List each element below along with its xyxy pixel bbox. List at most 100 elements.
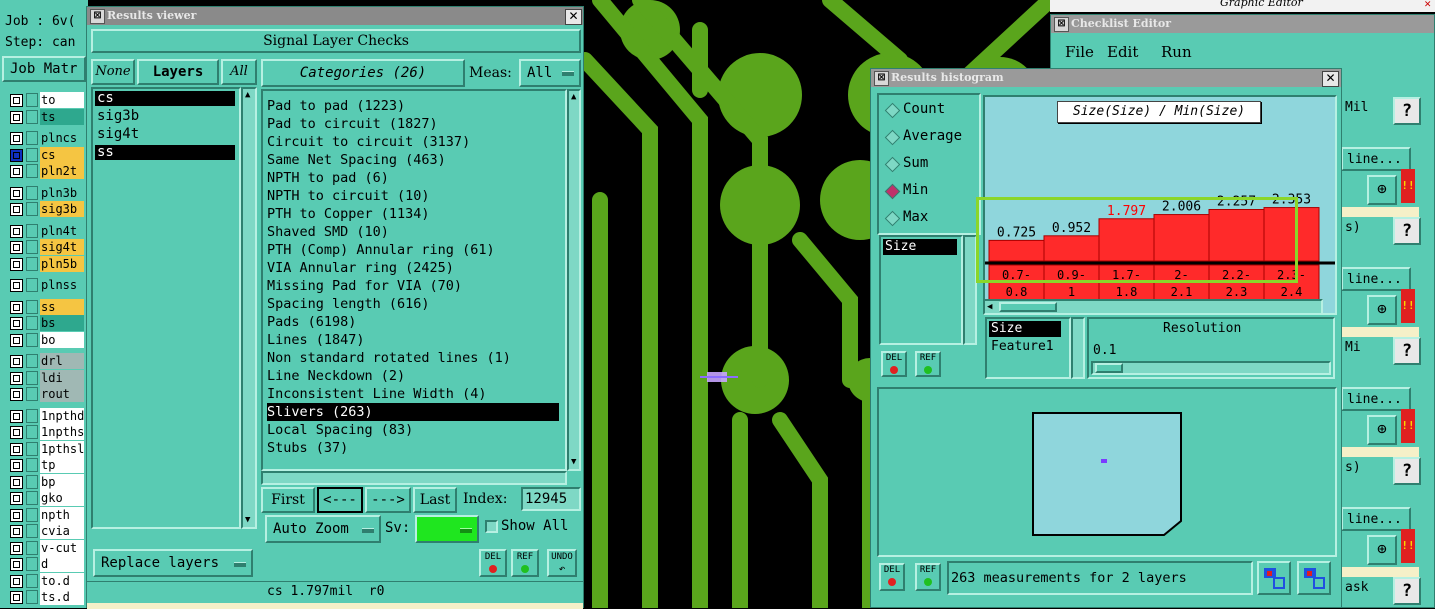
job-matrix-button[interactable]: Job Matr — [2, 56, 86, 82]
layer-toggle-checkbox[interactable] — [10, 459, 23, 472]
layer-toggle-checkbox[interactable] — [10, 426, 23, 439]
magnifier-icon[interactable]: ⊕ — [1367, 295, 1397, 325]
delete-button[interactable]: DEL — [881, 351, 907, 377]
chart-zoom-button[interactable] — [1297, 561, 1331, 595]
slider-thumb[interactable] — [1095, 363, 1123, 373]
layer-name[interactable]: sig4t — [40, 239, 84, 255]
layer-toggle-checkbox[interactable] — [10, 333, 23, 347]
category-item[interactable]: Stubs (37) — [267, 439, 348, 457]
layer-affected-toggle[interactable] — [26, 240, 38, 254]
histogram-titlebar[interactable]: ⊠ Results histogram ✕ — [871, 69, 1341, 87]
scroll-down-icon[interactable]: ▼ — [245, 516, 250, 525]
layer-name[interactable]: pln5b — [40, 255, 84, 272]
categories-list[interactable]: Pad to pad (1223) Pad to circuit (1827) Ci… — [261, 89, 567, 471]
help-icon[interactable]: ? — [1393, 577, 1421, 605]
ref-button[interactable]: REF — [511, 549, 539, 577]
scroll-left-icon[interactable]: ◀ — [987, 302, 992, 312]
layer-toggle-checkbox[interactable] — [10, 241, 23, 254]
layer-affected-toggle[interactable] — [26, 425, 38, 439]
layer-affected-toggle[interactable] — [26, 147, 38, 162]
prev-button[interactable]: <--- — [317, 487, 363, 513]
categories-scrollbar[interactable]: ▲ ▼ — [567, 89, 581, 471]
field-item[interactable]: Size — [989, 321, 1061, 337]
chart-hscrollbar[interactable]: ◀ — [983, 299, 1323, 315]
layer-affected-toggle[interactable] — [26, 316, 38, 330]
mode-radio-min[interactable]: Min — [884, 182, 977, 202]
category-item[interactable]: Lines (1847) — [267, 331, 365, 349]
layer-affected-toggle[interactable] — [26, 299, 38, 314]
layer-toggle-checkbox[interactable] — [10, 317, 23, 330]
scroll-up-icon[interactable]: ▲ — [571, 93, 576, 102]
layer-affected-toggle[interactable] — [26, 474, 38, 489]
outline-button[interactable]: line... — [1341, 147, 1411, 171]
layer-toggle-checkbox[interactable] — [10, 110, 23, 124]
layer-toggle-checkbox[interactable] — [10, 492, 23, 505]
category-item[interactable]: Pad to circuit (1827) — [267, 115, 438, 133]
category-item[interactable]: Non standard rotated lines (1) — [267, 349, 511, 367]
layer-toggle-checkbox[interactable] — [10, 558, 23, 571]
layer-affected-toggle[interactable] — [26, 540, 38, 555]
menu-item-file[interactable]: File — [1065, 43, 1094, 61]
layer-toggle-checkbox[interactable] — [10, 355, 23, 368]
scroll-thumb[interactable] — [999, 302, 1057, 312]
layer-name[interactable]: pln3b — [40, 184, 84, 201]
outline-button[interactable]: line... — [1341, 507, 1411, 531]
layer-toggle-checkbox[interactable] — [10, 165, 23, 178]
result-layer-item[interactable]: ss — [95, 145, 235, 160]
layer-name[interactable]: 1pthsl — [40, 440, 84, 457]
layer-affected-toggle[interactable] — [26, 223, 38, 238]
layer-affected-toggle[interactable] — [26, 131, 38, 145]
result-layer-item[interactable]: sig4t — [95, 127, 235, 142]
layer-toggle-checkbox[interactable] — [10, 132, 23, 145]
window-menu-icon[interactable]: ⊠ — [90, 9, 105, 24]
delete-button[interactable]: DEL — [479, 549, 507, 577]
layer-affected-toggle[interactable] — [26, 185, 38, 200]
layer-affected-toggle[interactable] — [26, 164, 38, 178]
field-list[interactable]: Size Feature1 — [985, 317, 1071, 379]
magnifier-icon[interactable]: ⊕ — [1367, 415, 1397, 445]
category-item[interactable]: Circuit to circuit (3137) — [267, 133, 470, 151]
sv-color-dropdown[interactable] — [415, 515, 479, 543]
layer-affected-toggle[interactable] — [26, 590, 38, 604]
scroll-up-icon[interactable]: ▲ — [245, 91, 250, 100]
layer-name[interactable]: pln4t — [40, 222, 84, 239]
layer-name[interactable]: npth — [40, 506, 84, 523]
layer-name[interactable]: rout — [40, 386, 84, 402]
layer-toggle-checkbox[interactable] — [10, 525, 23, 538]
layer-affected-toggle[interactable] — [26, 387, 38, 401]
category-item[interactable]: Missing Pad for VIA (70) — [267, 277, 462, 295]
layer-affected-toggle[interactable] — [26, 491, 38, 505]
chart-export-button[interactable] — [1257, 561, 1291, 595]
layer-affected-toggle[interactable] — [26, 256, 38, 271]
layer-affected-toggle[interactable] — [26, 524, 38, 538]
layer-name[interactable]: 1npthd — [40, 407, 84, 424]
outline-button[interactable]: line... — [1341, 387, 1411, 411]
close-icon[interactable]: ✕ — [565, 9, 582, 25]
layer-name[interactable]: ss — [40, 298, 84, 315]
layer-affected-toggle[interactable] — [26, 441, 38, 456]
layer-name[interactable]: pln2t — [40, 163, 84, 179]
categories-header[interactable]: Categories (26) — [261, 59, 465, 87]
layer-affected-toggle[interactable] — [26, 332, 38, 347]
layer-affected-toggle[interactable] — [26, 202, 38, 216]
layer-name[interactable]: 1npths — [40, 424, 84, 440]
close-icon[interactable]: ✕ — [1322, 71, 1339, 87]
layer-toggle-checkbox[interactable] — [10, 279, 23, 292]
layer-name[interactable]: ldi — [40, 369, 84, 386]
field-scrollbar[interactable] — [1071, 317, 1085, 379]
category-item[interactable]: Pad to pad (1223) — [267, 97, 405, 115]
field-item[interactable]: Feature1 — [989, 339, 1061, 355]
layer-toggle-checkbox[interactable] — [10, 186, 23, 200]
window-menu-icon[interactable]: ⊠ — [1054, 17, 1069, 32]
layer-affected-toggle[interactable] — [26, 370, 38, 385]
layer-select-list[interactable]: cs sig3b sig4t ss — [91, 87, 241, 529]
layer-toggle-checkbox[interactable] — [10, 148, 23, 162]
parameter-field[interactable]: Mi — [1341, 337, 1393, 363]
next-button[interactable]: ---> — [365, 487, 411, 513]
meas-dropdown[interactable]: All — [519, 59, 581, 87]
layer-name[interactable]: ts — [40, 108, 84, 125]
help-icon[interactable]: ? — [1393, 217, 1421, 245]
category-item[interactable]: Shaved SMD (10) — [267, 223, 389, 241]
parameter-field[interactable]: ask — [1341, 577, 1393, 603]
category-item[interactable]: Spacing length (616) — [267, 295, 430, 313]
